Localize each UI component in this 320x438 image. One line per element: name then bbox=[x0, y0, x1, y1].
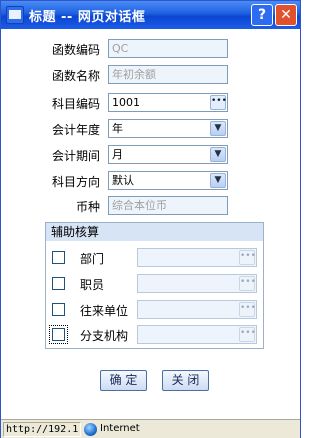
fiscal-period-value: 月 bbox=[112, 148, 123, 161]
department-field: ••• bbox=[137, 248, 257, 267]
fiscal-period-label: 会计期间 bbox=[51, 149, 100, 163]
chevron-down-icon[interactable]: ▼ bbox=[210, 121, 226, 136]
employee-checkbox[interactable] bbox=[52, 277, 65, 290]
branch-field: ••• bbox=[137, 325, 257, 344]
help-button[interactable]: ? bbox=[251, 4, 273, 26]
partner-unit-checkbox[interactable] bbox=[52, 303, 65, 316]
account-code-value: 1001 bbox=[112, 96, 140, 109]
department-label: 部门 bbox=[80, 252, 105, 266]
account-direction-label: 科目方向 bbox=[51, 175, 100, 189]
function-name-field: 年初余额 bbox=[108, 65, 228, 84]
close-window-button[interactable]: ✕ bbox=[275, 4, 297, 26]
ellipsis-icon: ••• bbox=[239, 302, 256, 317]
fiscal-year-label: 会计年度 bbox=[51, 123, 100, 137]
window-title: 标题 -- 网页对话框 bbox=[29, 10, 146, 25]
ellipsis-icon: ••• bbox=[211, 96, 227, 106]
function-code-field: QC bbox=[108, 39, 228, 58]
account-direction-value: 默认 bbox=[112, 174, 134, 187]
ellipsis-icon: ••• bbox=[239, 327, 256, 342]
auxiliary-accounting-group: 辅助核算 部门 ••• 职员 ••• 往来单位 ••• 分支机构 ••• bbox=[45, 222, 264, 349]
currency-field: 综合本位币 bbox=[108, 196, 228, 215]
function-code-label: 函数编码 bbox=[51, 43, 100, 57]
currency-label: 币种 bbox=[75, 200, 100, 214]
partner-unit-field: ••• bbox=[137, 300, 257, 319]
account-direction-select[interactable]: 默认 ▼ bbox=[108, 171, 228, 190]
branch-label: 分支机构 bbox=[80, 329, 129, 343]
ok-button[interactable]: 确 定 bbox=[100, 370, 147, 391]
close-button[interactable]: 关 闭 bbox=[162, 370, 209, 391]
department-checkbox[interactable] bbox=[52, 251, 65, 264]
employee-field: ••• bbox=[137, 274, 257, 293]
function-name-label: 函数名称 bbox=[51, 69, 100, 83]
fiscal-period-select[interactable]: 月 ▼ bbox=[108, 145, 228, 164]
account-code-label: 科目编码 bbox=[51, 97, 100, 111]
title-bar[interactable]: 标题 -- 网页对话框 ? ✕ bbox=[1, 1, 300, 29]
employee-label: 职员 bbox=[80, 278, 105, 292]
chevron-down-icon[interactable]: ▼ bbox=[210, 147, 226, 162]
fiscal-year-value: 年 bbox=[112, 122, 123, 135]
globe-icon bbox=[84, 423, 97, 436]
account-code-field[interactable]: 1001 ••• bbox=[108, 93, 228, 112]
fiscal-year-select[interactable]: 年 ▼ bbox=[108, 119, 228, 138]
auxiliary-accounting-title: 辅助核算 bbox=[46, 223, 263, 241]
security-zone: Internet bbox=[100, 423, 140, 434]
status-url: http://192.1 bbox=[3, 422, 81, 437]
partner-unit-label: 往来单位 bbox=[80, 304, 129, 318]
status-bar: http://192.1 Internet bbox=[1, 419, 300, 438]
chevron-down-icon[interactable]: ▼ bbox=[210, 173, 226, 188]
branch-checkbox[interactable] bbox=[49, 325, 68, 344]
account-code-browse-button[interactable]: ••• bbox=[210, 95, 227, 110]
ellipsis-icon: ••• bbox=[239, 250, 256, 265]
dialog-window: 标题 -- 网页对话框 ? ✕ 函数编码 QC 函数名称 年初余额 科目编码 1… bbox=[0, 0, 301, 438]
ellipsis-icon: ••• bbox=[239, 276, 256, 291]
window-icon bbox=[6, 6, 24, 24]
